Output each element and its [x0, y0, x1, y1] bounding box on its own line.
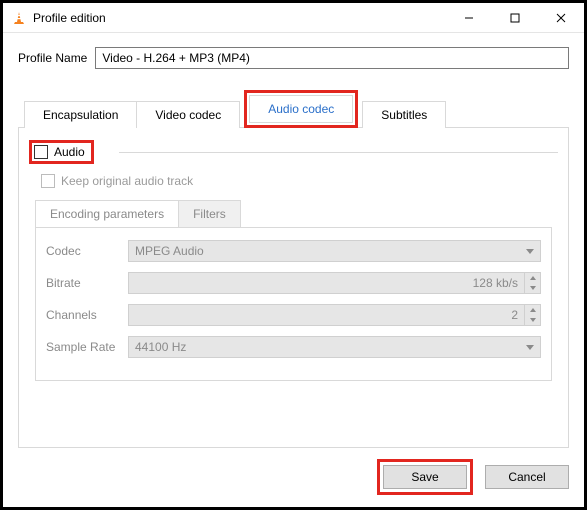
channels-row: Channels 2 [46, 304, 541, 326]
bitrate-value: 128 kb/s [129, 276, 524, 290]
encoding-form: Codec MPEG Audio Bitrate 128 kb/s Channe… [35, 228, 552, 381]
subtab-encoding[interactable]: Encoding parameters [35, 200, 179, 227]
highlight-save-button: Save [377, 459, 473, 495]
keep-original-label: Keep original audio track [61, 174, 193, 188]
codec-row: Codec MPEG Audio [46, 240, 541, 262]
profile-name-label: Profile Name [18, 51, 87, 65]
codec-label: Codec [46, 244, 128, 258]
highlight-audio-checkbox: Audio [29, 140, 94, 164]
profile-name-row: Profile Name [18, 47, 569, 69]
samplerate-select[interactable]: 44100 Hz [128, 336, 541, 358]
minimize-button[interactable] [446, 3, 492, 32]
keep-original-row: Keep original audio track [41, 174, 558, 188]
channels-label: Channels [46, 308, 128, 322]
keep-original-checkbox[interactable] [41, 174, 55, 188]
bitrate-row: Bitrate 128 kb/s [46, 272, 541, 294]
channels-stepper[interactable]: 2 [128, 304, 541, 326]
maximize-button[interactable] [492, 3, 538, 32]
tab-video-codec[interactable]: Video codec [137, 101, 240, 128]
arrow-down-icon[interactable] [525, 315, 540, 325]
tab-subtitles[interactable]: Subtitles [362, 101, 446, 128]
chevron-down-icon [526, 345, 534, 350]
profile-name-input[interactable] [95, 47, 569, 69]
codec-select[interactable]: MPEG Audio [128, 240, 541, 262]
subtab-filters[interactable]: Filters [179, 200, 241, 227]
bitrate-stepper[interactable]: 128 kb/s [128, 272, 541, 294]
samplerate-value: 44100 Hz [135, 340, 186, 354]
highlight-audio-tab: Audio codec [244, 90, 358, 128]
sub-tabbar: Encoding parameters Filters [35, 200, 552, 228]
stepper-arrows [524, 305, 540, 325]
audio-group-header: Audio [29, 140, 558, 164]
samplerate-row: Sample Rate 44100 Hz [46, 336, 541, 358]
samplerate-label: Sample Rate [46, 340, 128, 354]
stepper-arrows [524, 273, 540, 293]
close-button[interactable] [538, 3, 584, 32]
titlebar: Profile edition [3, 3, 584, 33]
vlc-cone-icon [11, 10, 27, 26]
audio-group-label: Audio [54, 145, 85, 159]
tab-audio-codec[interactable]: Audio codec [249, 95, 353, 123]
tab-encapsulation[interactable]: Encapsulation [24, 101, 137, 128]
arrow-down-icon[interactable] [525, 283, 540, 293]
window-controls [446, 3, 584, 32]
audio-panel: Audio Keep original audio track Encoding… [18, 128, 569, 448]
arrow-up-icon[interactable] [525, 273, 540, 283]
cancel-button[interactable]: Cancel [485, 465, 569, 489]
window-title: Profile edition [33, 11, 446, 25]
save-button[interactable]: Save [383, 465, 467, 489]
dialog-footer: Save Cancel [377, 459, 569, 495]
channels-value: 2 [129, 308, 524, 322]
main-tabbar: Encapsulation Video codec Audio codec Su… [18, 91, 569, 128]
audio-enable-checkbox[interactable] [34, 145, 48, 159]
arrow-up-icon[interactable] [525, 305, 540, 315]
content-area: Profile Name Encapsulation Video codec A… [3, 33, 584, 448]
bitrate-label: Bitrate [46, 276, 128, 290]
codec-value: MPEG Audio [135, 244, 204, 258]
chevron-down-icon [526, 249, 534, 254]
